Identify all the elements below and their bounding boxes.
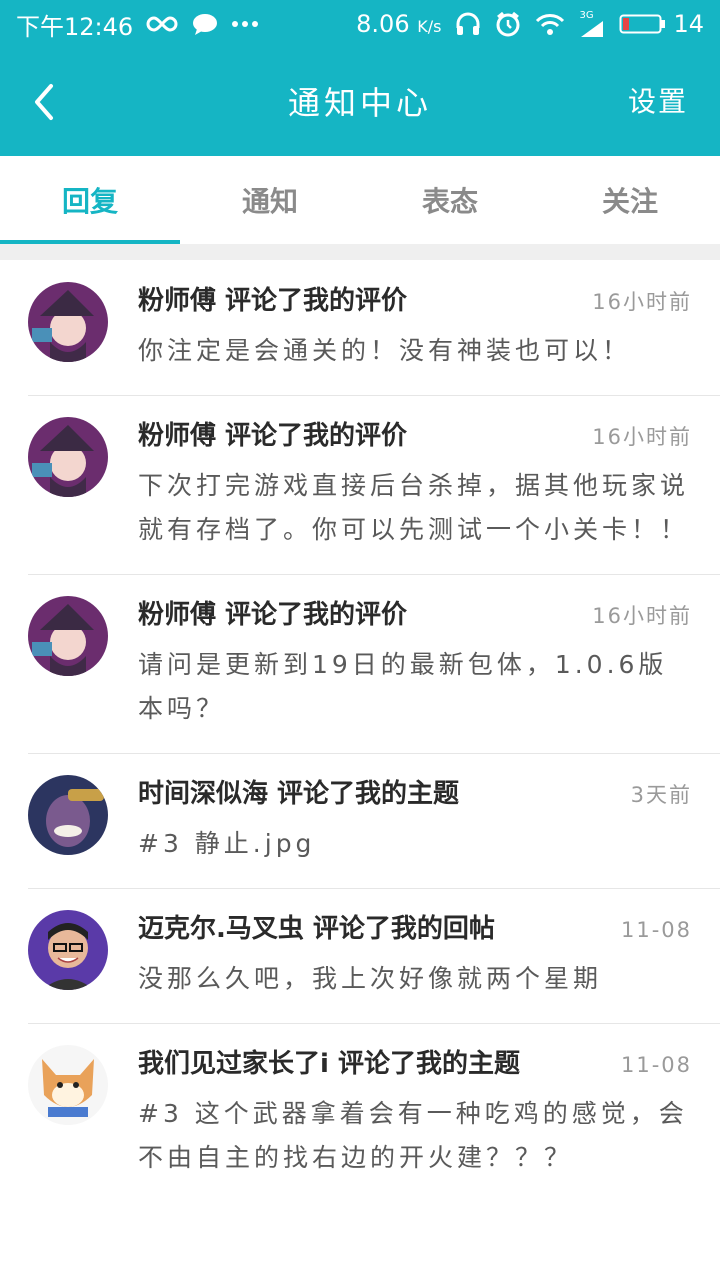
network-speed: 8.06 K/s — [356, 10, 442, 38]
list-item[interactable]: 迈克尔.马叉虫 评论了我的回帖 11-08 没那么久吧，我上次好像就两个星期 — [0, 888, 720, 1023]
notification-list: 粉师傅 评论了我的评价 16小时前 你注定是会通关的！没有神装也可以！ 粉师傅 … — [0, 260, 720, 1202]
item-content: 请问是更新到19日的最新包体，1.0.6版本吗？ — [138, 650, 668, 723]
battery-level: 14 — [673, 10, 704, 38]
item-time: 16小时前 — [592, 604, 692, 628]
item-content: 没那么久吧，我上次好像就两个星期 — [138, 964, 603, 993]
avatar[interactable] — [28, 282, 108, 362]
tab-follows[interactable]: 关注 — [540, 156, 720, 244]
item-headline: 迈克尔.马叉虫 评论了我的回帖 — [138, 914, 495, 944]
list-item[interactable]: 粉师傅 评论了我的评价 16小时前 你注定是会通关的！没有神装也可以！ — [0, 260, 720, 395]
item-headline: 粉师傅 评论了我的评价 — [138, 421, 408, 451]
tab-bar: 回复 通知 表态 关注 — [0, 156, 720, 244]
avatar[interactable] — [28, 1045, 108, 1125]
divider — [0, 244, 720, 260]
clock: 下午12:46 — [16, 12, 134, 41]
avatar[interactable] — [28, 596, 108, 676]
settings-button[interactable]: 设置 — [628, 80, 688, 120]
item-time: 3天前 — [630, 783, 692, 807]
item-headline: 粉师傅 评论了我的评价 — [138, 600, 408, 630]
app-bar: 通知中心 设置 — [0, 48, 720, 156]
avatar[interactable] — [28, 775, 108, 855]
item-time: 16小时前 — [592, 290, 692, 314]
tab-notices[interactable]: 通知 — [180, 156, 360, 244]
battery-icon: 14 — [619, 10, 704, 38]
wifi-icon — [535, 12, 565, 36]
item-headline: 我们见过家长了i 评论了我的主题 — [138, 1049, 520, 1079]
alarm-icon — [495, 11, 521, 37]
item-time: 16小时前 — [592, 425, 692, 449]
headphones-icon — [455, 12, 481, 36]
item-content: #3 静止.jpg — [138, 829, 316, 858]
avatar[interactable] — [28, 417, 108, 497]
list-item[interactable]: 我们见过家长了i 评论了我的主题 11-08 #3 这个武器拿着会有一种吃鸡的感… — [0, 1023, 720, 1202]
cellular-signal-icon: 3G — [579, 11, 605, 37]
item-content: 下次打完游戏直接后台杀掉，据其他玩家说就有存档了。你可以先测试一个小关卡！！ — [138, 471, 690, 544]
more-dots-icon — [231, 20, 259, 28]
infinity-icon — [145, 14, 179, 34]
status-bar: 下午12:46 8.06 K/s 3G 14 — [0, 0, 720, 48]
item-time: 11-08 — [620, 918, 692, 942]
item-time: 11-08 — [620, 1053, 692, 1077]
avatar[interactable] — [28, 910, 108, 990]
tab-replies[interactable]: 回复 — [0, 156, 180, 244]
chat-bubble-icon — [191, 12, 219, 36]
list-item[interactable]: 粉师傅 评论了我的评价 16小时前 下次打完游戏直接后台杀掉，据其他玩家说就有存… — [0, 395, 720, 574]
list-item[interactable]: 时间深似海 评论了我的主题 3天前 #3 静止.jpg — [0, 753, 720, 888]
list-item[interactable]: 粉师傅 评论了我的评价 16小时前 请问是更新到19日的最新包体，1.0.6版本… — [0, 574, 720, 753]
page-title: 通知中心 — [287, 84, 432, 122]
tab-reactions[interactable]: 表态 — [360, 156, 540, 244]
item-headline: 时间深似海 评论了我的主题 — [138, 779, 460, 809]
item-content: 你注定是会通关的！没有神装也可以！ — [138, 336, 632, 365]
item-content: #3 这个武器拿着会有一种吃鸡的感觉，会不由自主的找右边的开火建？？？ — [138, 1099, 688, 1172]
item-headline: 粉师傅 评论了我的评价 — [138, 286, 408, 316]
